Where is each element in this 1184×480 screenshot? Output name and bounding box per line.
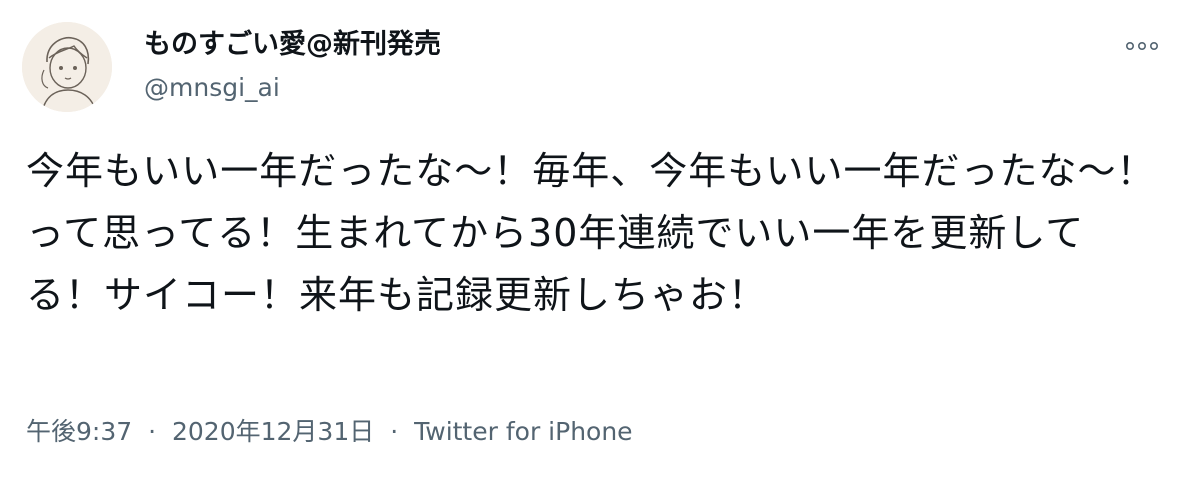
tweet-date-link[interactable]: 2020年12月31日 (172, 417, 374, 446)
tweet-source-link[interactable]: Twitter for iPhone (414, 417, 632, 446)
tweet-metadata: 午後9:37 · 2020年12月31日 · Twitter for iPhon… (26, 416, 633, 448)
tweet-time-link[interactable]: 午後9:37 (26, 417, 132, 446)
separator-dot: · (148, 417, 157, 446)
separator-dot: · (390, 417, 399, 446)
more-options-button[interactable] (1122, 34, 1162, 58)
tweet-text: 今年もいい一年だったな〜！毎年、今年もいい一年だったな〜！って思ってる！生まれて… (26, 149, 1156, 317)
avatar[interactable] (22, 22, 112, 112)
user-handle[interactable]: @mnsgi_ai (144, 72, 280, 104)
avatar-illustration-icon (22, 22, 112, 112)
display-name[interactable]: ものすごい愛@新刊発売 (144, 28, 441, 62)
more-options-icon (1125, 41, 1158, 51)
tweet-card: ものすごい愛@新刊発売 @mnsgi_ai 今年もいい一年だったな〜！毎年、今年… (0, 0, 1184, 480)
